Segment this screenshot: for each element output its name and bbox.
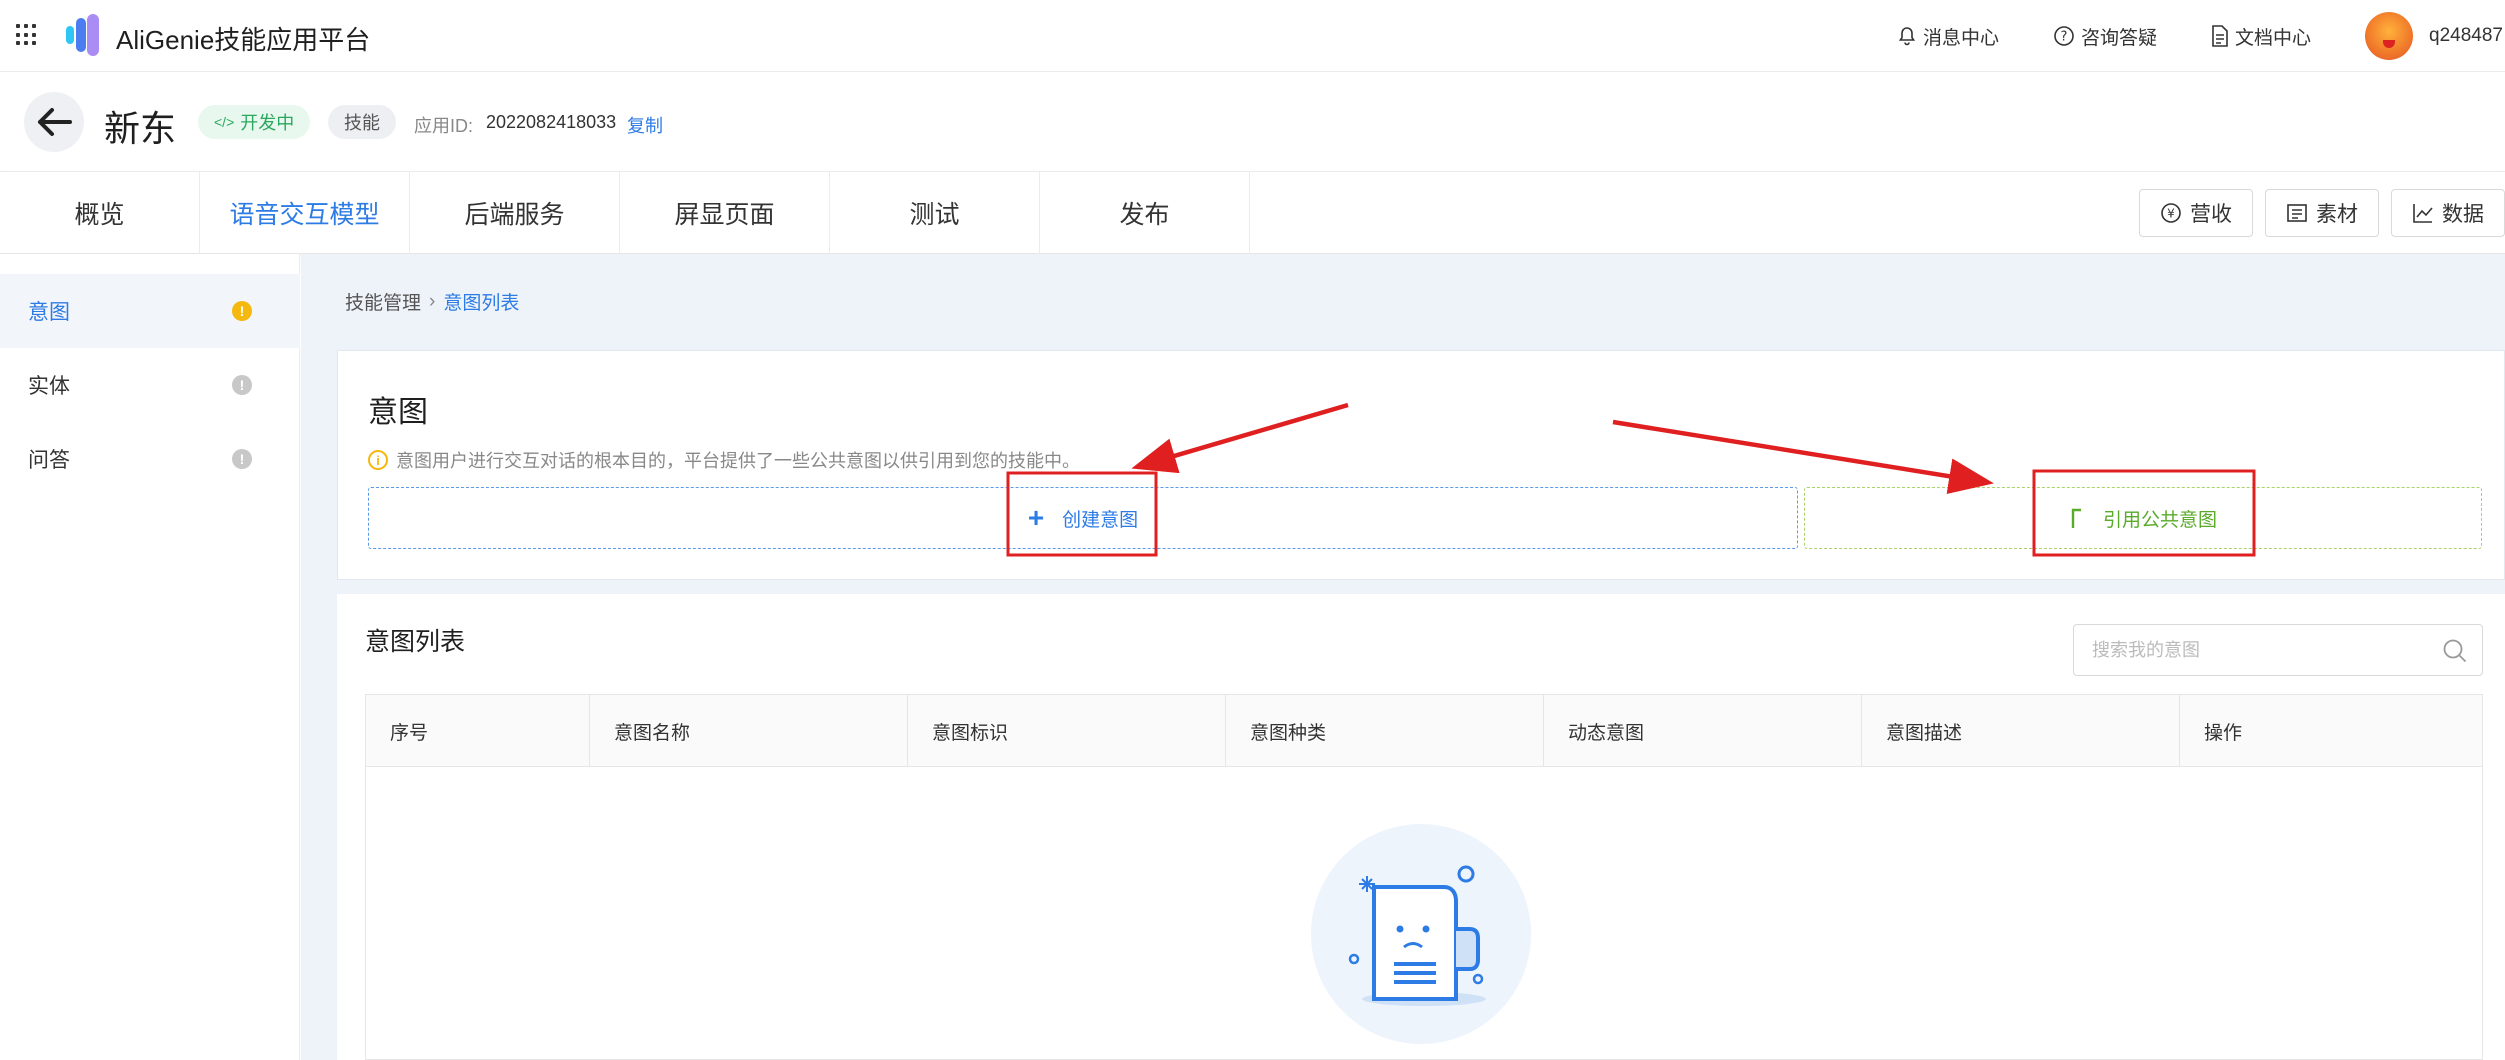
tab-overview[interactable]: 概览 [0, 172, 200, 254]
appid-value: 2022082418033 [486, 112, 617, 132]
column-header: 意图标识 [908, 695, 1226, 767]
revenue-button[interactable]: ¥ 营收 [2139, 189, 2253, 237]
avatar[interactable] [2365, 12, 2413, 60]
tab-voice-model[interactable]: 语音交互模型 [200, 172, 410, 254]
appid-label: 应用ID: [414, 116, 474, 136]
tab-publish[interactable]: 发布 [1040, 172, 1250, 254]
document-icon [2212, 25, 2228, 47]
message-center-link[interactable]: 消息中心 [1897, 23, 1999, 50]
status-badge: </> 开发中 [198, 105, 311, 139]
sidebar-item-intent[interactable]: 意图 ! [0, 274, 300, 348]
intent-list-card: 意图列表 序号 意图名称 意图标识 意图种类 动态意图 意图描述 操作 [337, 594, 2505, 1060]
data-button[interactable]: 数据 [2391, 189, 2505, 237]
back-button[interactable] [24, 92, 84, 152]
revenue-label: 营收 [2190, 203, 2232, 226]
intent-tip-text: 意图用户进行交互对话的根本目的，平台提供了一些公共意图以供引用到您的技能中。 [396, 451, 1080, 471]
plus-icon: + [1027, 502, 1045, 533]
intent-card-title: 意图 [368, 396, 428, 429]
document-center-link[interactable]: 文档中心 [2211, 23, 2311, 50]
intent-table: 序号 意图名称 意图标识 意图种类 动态意图 意图描述 操作 [365, 694, 2483, 1060]
breadcrumb: 技能管理 › 意图列表 [345, 288, 519, 315]
breadcrumb-current: 意图列表 [443, 293, 520, 314]
column-header: 意图名称 [590, 695, 908, 767]
arrow-left-icon [38, 108, 72, 136]
sidebar-item-label: 意图 [28, 301, 70, 324]
copy-appid-link[interactable]: 复制 [627, 112, 663, 138]
svg-text:?: ? [2061, 30, 2068, 45]
yen-icon: ¥ [2161, 203, 2181, 223]
chart-icon [2413, 204, 2433, 223]
column-header: 动态意图 [1544, 695, 1862, 767]
search-box [2073, 624, 2483, 676]
info-icon: ! [232, 375, 252, 395]
reference-public-intent-button[interactable]: 引用公共意图 [1804, 487, 2482, 549]
document-center-label: 文档中心 [2234, 27, 2311, 49]
tab-backend[interactable]: 后端服务 [410, 172, 620, 254]
app-name: 新东 [104, 108, 177, 149]
status-badge-label: 开发中 [240, 113, 295, 133]
breadcrumb-parent[interactable]: 技能管理 [345, 288, 421, 315]
material-label: 素材 [2316, 203, 2358, 226]
intent-card: 意图 i 意图用户进行交互对话的根本目的，平台提供了一些公共意图以供引用到您的技… [337, 350, 2505, 580]
tab-test[interactable]: 测试 [830, 172, 1040, 254]
column-header: 意图描述 [1862, 695, 2180, 767]
app-title: AliGenie技能应用平台 [116, 25, 371, 55]
apps-grid-icon[interactable] [16, 24, 38, 46]
data-label: 数据 [2442, 203, 2484, 226]
warning-icon: ! [232, 301, 252, 321]
svg-text:¥: ¥ [2167, 207, 2175, 221]
search-input[interactable] [2074, 625, 2414, 675]
sidebar-item-label: 问答 [28, 449, 70, 472]
consult-label: 咨询答疑 [2080, 27, 2157, 49]
chevron-right-icon: › [429, 290, 436, 312]
sidebar-item-qa[interactable]: 问答 ! [0, 422, 300, 496]
reference-icon [2071, 508, 2081, 528]
top-bar: AliGenie技能应用平台 消息中心 ? 咨询答疑 文档中心 q248487 [0, 0, 2505, 72]
bell-icon [1898, 27, 1916, 46]
app-header: 新东 </> 开发中 技能 应用ID: 2022082418033 复制 [0, 72, 2505, 172]
intent-tip: i 意图用户进行交互对话的根本目的，平台提供了一些公共意图以供引用到您的技能中。 [368, 447, 1080, 473]
type-badge: 技能 [328, 105, 396, 139]
table-header: 序号 意图名称 意图标识 意图种类 动态意图 意图描述 操作 [366, 695, 2482, 767]
column-header: 意图种类 [1226, 695, 1544, 767]
reference-public-intent-label: 引用公共意图 [2102, 509, 2217, 531]
create-intent-label: 创建意图 [1062, 509, 1139, 531]
intent-list-title: 意图列表 [365, 628, 466, 656]
empty-state-icon [1311, 824, 1531, 1044]
column-header: 序号 [366, 695, 590, 767]
tab-screen[interactable]: 屏显页面 [620, 172, 830, 254]
info-icon: ! [232, 449, 252, 469]
main-nav: 概览 语音交互模型 后端服务 屏显页面 测试 发布 ¥ 营收 素材 数据 [0, 172, 2505, 254]
consult-link[interactable]: ? 咨询答疑 [2053, 23, 2157, 50]
material-button[interactable]: 素材 [2265, 189, 2379, 237]
sidebar: 意图 ! 实体 ! 问答 ! [0, 254, 300, 1060]
username[interactable]: q248487 [2429, 25, 2505, 47]
message-center-label: 消息中心 [1922, 27, 1999, 49]
info-circle-icon: i [368, 450, 388, 470]
main-content: 技能管理 › 意图列表 意图 i 意图用户进行交互对话的根本目的，平台提供了一些… [301, 254, 2505, 1060]
question-icon: ? [2054, 26, 2074, 46]
search-icon[interactable] [2442, 638, 2468, 664]
column-header: 操作 [2204, 722, 2243, 744]
create-intent-button[interactable]: + 创建意图 [368, 487, 1798, 549]
code-icon: </> [214, 114, 235, 130]
sidebar-item-entity[interactable]: 实体 ! [0, 348, 300, 422]
sidebar-item-label: 实体 [28, 375, 70, 398]
material-icon [2287, 204, 2307, 222]
aligenie-logo-icon [66, 14, 99, 56]
